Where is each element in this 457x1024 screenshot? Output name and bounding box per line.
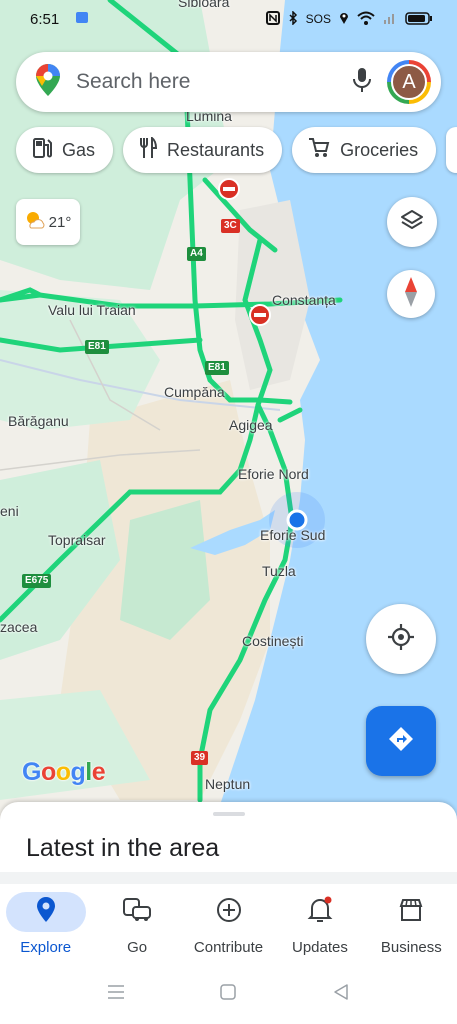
map-canvas[interactable]: Sibioara Lumina Valu lui Traian Constanț…: [0, 0, 457, 820]
nav-pill: [97, 892, 177, 932]
nav-label: Explore: [20, 939, 72, 956]
microphone-icon[interactable]: [351, 67, 373, 98]
nav-explore[interactable]: Explore: [0, 884, 91, 964]
map-label-tuzla: Tuzla: [262, 563, 296, 579]
road-shield-a4: A4: [187, 247, 206, 261]
logo-letter: G: [22, 758, 41, 786]
chip-label: Gas: [62, 139, 96, 160]
map-label-baraganu: Bărăganu: [8, 413, 69, 429]
layers-button[interactable]: [387, 197, 437, 247]
nav-label: Go: [127, 939, 148, 956]
bottom-navigation: Explore Go Contribute Updates Business: [0, 884, 457, 964]
map-label-zacea: zacea: [0, 619, 38, 635]
wifi-icon: [357, 11, 375, 28]
nav-pill: [371, 892, 451, 932]
nav-label: Contribute: [193, 939, 264, 956]
road-shield-e81: E81: [85, 340, 109, 354]
status-time: 6:51: [30, 10, 60, 28]
search-bar[interactable]: Search here A: [16, 52, 441, 112]
logo-letter: e: [91, 758, 106, 786]
storefront-icon: [398, 897, 424, 928]
restaurant-icon: [139, 135, 158, 164]
nav-pill: [189, 892, 269, 932]
signal-icon: [383, 11, 397, 28]
category-chips: Gas Restaurants Groceries: [16, 127, 457, 173]
back-icon[interactable]: [332, 983, 350, 1006]
nav-pill: [5, 892, 86, 932]
home-icon[interactable]: [219, 983, 237, 1006]
gas-station-icon: [32, 137, 52, 164]
map-label-eforie-nord: Eforie Nord: [238, 466, 309, 482]
avatar-letter: A: [391, 64, 427, 100]
map-label-costinesti: Costinești: [242, 633, 304, 649]
map-label-neptun: Neptun: [205, 776, 251, 792]
compass-icon: [404, 276, 418, 312]
weather-badge[interactable]: 21°: [16, 199, 80, 245]
road-shield-3c: 3C: [221, 219, 240, 233]
chip-gas[interactable]: Gas: [16, 127, 114, 173]
nav-label: Business: [380, 939, 442, 956]
logo-letter: o: [40, 758, 56, 786]
directions-button[interactable]: [366, 706, 436, 776]
chip-label: Groceries: [340, 139, 419, 160]
map-label-topraisar: Topraisar: [48, 532, 106, 548]
logo-letter: g: [70, 758, 86, 786]
weather-temp: 21°: [48, 213, 72, 231]
menu-icon[interactable]: [107, 984, 125, 1005]
crosshair-icon: [387, 623, 415, 656]
road-shield-e81-2: E81: [205, 361, 229, 375]
map-label-valu-lui-traian: Valu lui Traian: [48, 302, 136, 318]
google-maps-pin-icon: [36, 63, 60, 101]
nav-updates[interactable]: Updates: [274, 884, 365, 964]
chip-label: Restaurants: [167, 139, 265, 160]
drag-handle[interactable]: [213, 812, 245, 816]
nav-contribute[interactable]: Contribute: [183, 884, 274, 964]
nav-go[interactable]: Go: [91, 884, 182, 964]
map-label-agigea: Agigea: [229, 417, 273, 433]
google-logo: Google: [22, 758, 106, 787]
account-avatar[interactable]: A: [387, 60, 431, 104]
calendar-icon: [75, 10, 89, 28]
add-circle-icon: [216, 897, 242, 928]
bluetooth-icon: [288, 9, 298, 28]
status-bar: 6:51 SOS: [0, 0, 457, 38]
sos-text: SOS: [305, 12, 331, 26]
road-shield-e675: E675: [22, 574, 52, 588]
map-label-eforie-sud: Eforie Sud: [260, 527, 326, 543]
location-icon: [339, 11, 349, 28]
logo-letter: o: [55, 758, 71, 786]
bell-icon: [307, 896, 333, 929]
battery-icon: [405, 11, 433, 28]
nav-business[interactable]: Business: [366, 884, 457, 964]
nfc-icon: [265, 10, 280, 28]
nav-label: Updates: [291, 939, 348, 956]
sheet-divider: [0, 872, 457, 884]
cart-icon: [308, 137, 330, 164]
layers-icon: [400, 208, 424, 237]
chip-groceries[interactable]: Groceries: [292, 127, 437, 173]
partly-cloudy-icon: [25, 211, 45, 233]
system-navigation: [0, 964, 457, 1024]
chip-more[interactable]: [446, 127, 457, 173]
map-label-cumpana: Cumpăna: [164, 384, 225, 400]
sheet-title: Latest in the area: [26, 834, 220, 862]
map-label-eni: eni: [0, 503, 19, 519]
compass-button[interactable]: [387, 270, 435, 318]
commute-car-icon: [122, 897, 152, 928]
road-shield-39: 39: [191, 751, 209, 765]
my-location-button[interactable]: [366, 604, 436, 674]
search-input[interactable]: Search here: [76, 70, 351, 94]
explore-pin-icon: [36, 896, 56, 928]
directions-icon: [387, 725, 415, 758]
map-label-constanta: Constanța: [272, 292, 336, 308]
nav-pill: [280, 892, 360, 932]
chip-restaurants[interactable]: Restaurants: [123, 127, 283, 173]
